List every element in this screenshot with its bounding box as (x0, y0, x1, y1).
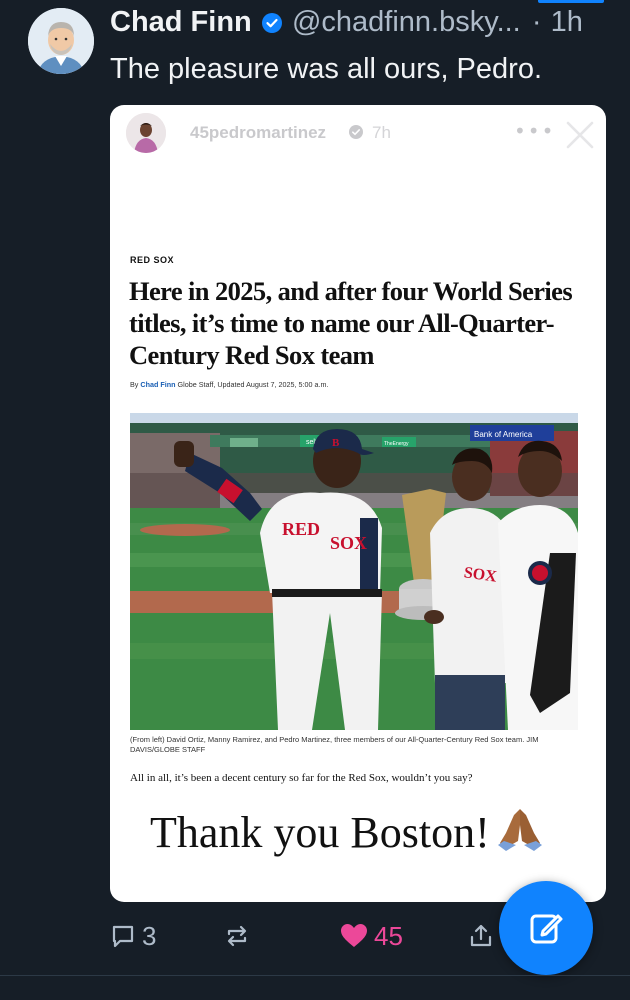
like-button[interactable]: 45 (340, 919, 403, 953)
top-accent-bar (538, 0, 604, 3)
sign-text-2: TheEnergy (384, 441, 409, 447)
article-headline: Here in 2025, and after four World Serie… (129, 276, 573, 370)
repost-button[interactable] (224, 919, 250, 953)
author-avatar[interactable] (28, 8, 94, 74)
byline-by: By (130, 380, 139, 389)
divider (0, 975, 630, 976)
repost-icon (227, 925, 247, 947)
ortiz-cap-letter: B (332, 437, 340, 449)
instagram-story-bar: 45pedromartinez 7h ••• (110, 105, 606, 163)
instagram-username: 45pedromartinez (190, 123, 327, 142)
heart-icon (341, 924, 367, 947)
author-handle[interactable]: @chadfinn.bsky... (292, 6, 521, 38)
post-header: Chad Finn @chadfinn.bsky... · 1h (110, 6, 610, 46)
compose-icon (530, 914, 563, 944)
article-photo: seltoo TheEnergy Bank of America B RED (130, 413, 578, 730)
compose-button[interactable] (499, 881, 593, 975)
article-kicker: RED SOX (130, 255, 175, 265)
author-name[interactable]: Chad Finn (110, 6, 252, 38)
article-lede: All in all, it’s been a decent century s… (130, 772, 473, 784)
instagram-verified-icon (348, 124, 364, 140)
instagram-avatar (126, 113, 166, 153)
praying-hands-icon (496, 805, 544, 853)
like-count: 45 (374, 920, 403, 951)
embedded-image[interactable]: 45pedromartinez 7h ••• RED SOX Here in 2… (110, 105, 606, 902)
ortiz-jersey-text-2: SOX (330, 533, 367, 553)
article-byline: By Chad Finn Globe Staff, Updated August… (130, 380, 328, 389)
reply-count: 3 (142, 920, 157, 951)
share-button[interactable] (468, 919, 494, 953)
post-time[interactable]: 1h (551, 6, 583, 38)
sign-text-3: Bank of America (474, 430, 533, 439)
verified-badge-icon (261, 12, 283, 34)
photo-caption: (From left) David Ortiz, Manny Ramirez, … (130, 735, 539, 754)
byline-author: Chad Finn (140, 380, 176, 389)
separator-dot: · (531, 6, 542, 38)
reply-button[interactable]: 3 (110, 919, 156, 953)
share-icon (470, 924, 492, 947)
close-icon (562, 117, 598, 153)
reply-icon (112, 925, 134, 948)
thank-you-text: Thank you Boston! (150, 805, 544, 858)
ortiz-jersey-text-1: RED (282, 519, 320, 539)
more-options-icon: ••• (514, 119, 556, 143)
thank-you-label: Thank you Boston! (150, 808, 490, 857)
instagram-time: 7h (372, 123, 391, 142)
post-text: The pleasure was all ours, Pedro. (110, 53, 542, 85)
byline-details: Globe Staff, Updated August 7, 2025, 5:0… (177, 380, 329, 389)
